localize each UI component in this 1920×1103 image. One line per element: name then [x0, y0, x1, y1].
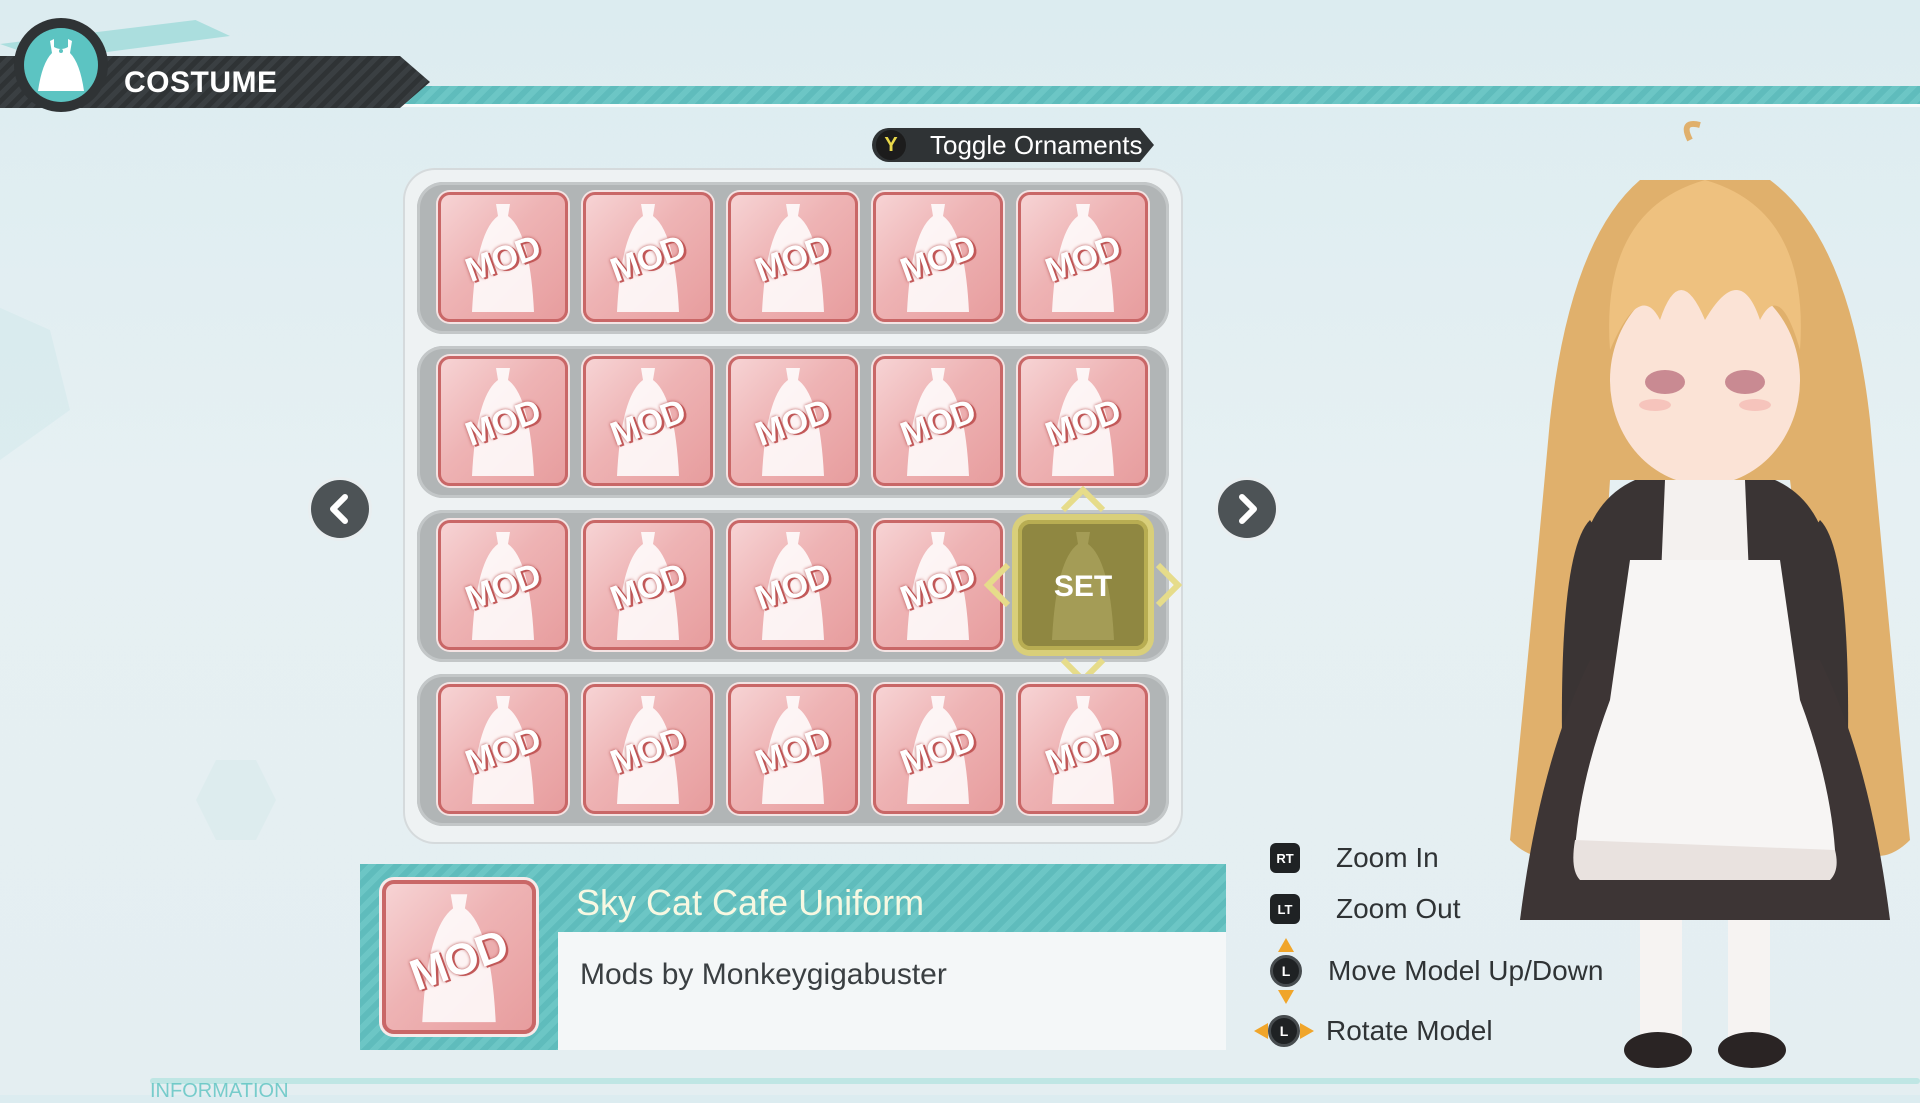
arrow-left-icon: [1254, 1023, 1268, 1039]
rt-button-icon: RT: [1270, 843, 1300, 873]
arrow-right-icon: [1300, 1023, 1314, 1039]
control-zoom-in: RT Zoom In: [1270, 842, 1439, 874]
costume-tile[interactable]: MOD: [1018, 356, 1148, 486]
selector-arrow-up-icon: [1060, 486, 1106, 513]
control-zoom-out: LT Zoom Out: [1270, 893, 1460, 925]
toggle-ornaments-label: Toggle Ornaments: [930, 129, 1143, 160]
costume-tile[interactable]: MOD: [583, 684, 713, 814]
costume-tile[interactable]: MOD: [873, 684, 1003, 814]
selector-arrow-right-icon: [1155, 562, 1182, 608]
costume-info-panel: MOD Sky Cat Cafe Uniform Mods by Monkeyg…: [360, 864, 1226, 1050]
y-button-icon: Y: [874, 128, 908, 162]
arrow-down-icon: [1278, 990, 1294, 1004]
page-title: COSTUME: [124, 66, 278, 99]
costume-tile[interactable]: MOD: [873, 356, 1003, 486]
costume-tile[interactable]: MOD: [583, 192, 713, 322]
prev-page-button[interactable]: [311, 480, 369, 538]
character-model: [1510, 121, 1910, 1068]
control-rotate-model: L Rotate Model: [1254, 1015, 1493, 1047]
costume-tile[interactable]: MOD: [728, 356, 858, 486]
costume-tile[interactable]: MOD: [728, 684, 858, 814]
costume-tile[interactable]: MOD: [873, 192, 1003, 322]
costume-tile[interactable]: MOD: [728, 192, 858, 322]
chevron-left-icon: [330, 494, 348, 524]
set-label: SET: [1053, 570, 1113, 603]
costume-tile[interactable]: MOD: [1018, 192, 1148, 322]
footer-divider: [150, 1078, 1920, 1084]
costume-tile[interactable]: MOD: [1018, 684, 1148, 814]
costume-name: Sky Cat Cafe Uniform: [576, 882, 925, 923]
toggle-ornaments-button[interactable]: Y Toggle Ornaments: [872, 128, 1154, 162]
control-label: Zoom In: [1336, 842, 1439, 873]
header-icon-badge: [14, 18, 108, 112]
l-stick-icon: L: [1268, 1015, 1300, 1047]
costume-tile[interactable]: MOD: [583, 356, 713, 486]
costume-tile[interactable]: MOD: [728, 520, 858, 650]
selected-costume-icon: MOD: [382, 880, 536, 1034]
costume-author: Mods by Monkeygigabuster: [580, 958, 947, 991]
lt-button-icon: LT: [1270, 894, 1300, 924]
costume-tile[interactable]: MOD: [583, 520, 713, 650]
background-hexagon: [0, 307, 70, 460]
costume-tile[interactable]: MOD: [438, 520, 568, 650]
costume-tile[interactable]: MOD: [438, 192, 568, 322]
arrow-up-icon: [1278, 938, 1294, 952]
costume-tile-selected[interactable]: SET: [1018, 520, 1148, 650]
l-stick-icon: L: [1270, 955, 1302, 987]
control-label: Rotate Model: [1326, 1015, 1493, 1046]
control-label: Zoom Out: [1336, 893, 1461, 924]
information-tab[interactable]: INFORMATION: [150, 1080, 289, 1103]
background-hexagon: [196, 760, 276, 840]
dress-icon: [38, 39, 84, 91]
selector-arrow-left-icon: [984, 562, 1011, 608]
costume-grid: MOD MOD MOD MOD MOD MOD MOD MOD MOD MOD MOD MOD MOD M…: [403, 168, 1183, 844]
next-page-button[interactable]: [1218, 480, 1276, 538]
chevron-right-icon: [1239, 494, 1257, 524]
costume-tile[interactable]: MOD: [438, 684, 568, 814]
costume-tile[interactable]: MOD: [438, 356, 568, 486]
